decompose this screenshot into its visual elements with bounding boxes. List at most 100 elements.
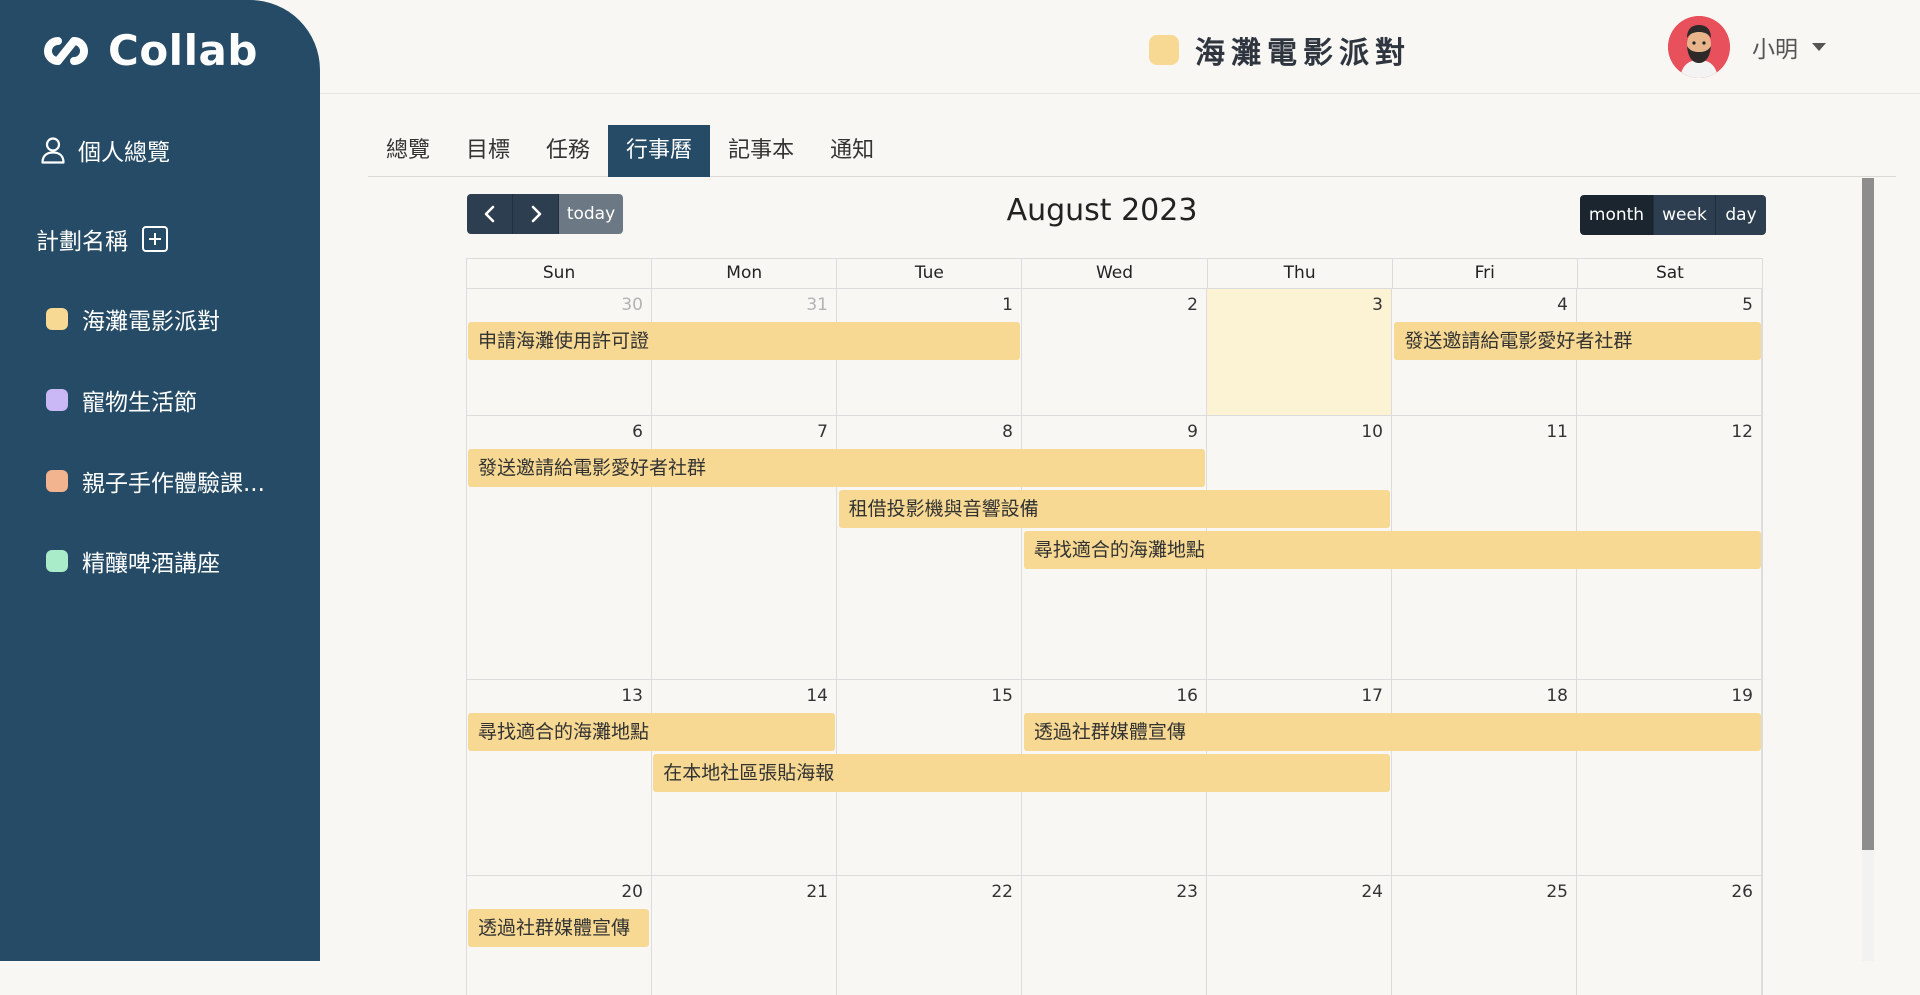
tab-goals[interactable]: 目標: [448, 125, 528, 177]
page-title: 海灘電影派對: [1195, 36, 1411, 71]
day-number[interactable]: 31: [806, 295, 828, 315]
calendar-event[interactable]: 尋找適合的海灘地點: [1023, 531, 1761, 569]
day-number[interactable]: 11: [1546, 422, 1568, 442]
weekday-header-sat: Sat: [1655, 263, 1684, 283]
weekday-header-wed: Wed: [1022, 259, 1208, 288]
project-label: 海灘電影派對: [82, 309, 220, 335]
avatar-illustration-icon: [1668, 16, 1730, 78]
tab-calendar[interactable]: 行事曆: [608, 125, 711, 177]
calendar-week-row: 13 14 15 16 17 18 19 尋找適合的海灘地點 透過社群媒體宣傳 在本地社區張貼海報: [466, 679, 1763, 875]
projects-section-header: 計劃名稱: [36, 222, 168, 256]
day-number[interactable]: 20: [621, 882, 643, 902]
next-month-button[interactable]: [513, 194, 559, 234]
day-number[interactable]: 10: [1361, 422, 1383, 442]
calendar-event[interactable]: 透過社群媒體宣傳: [1023, 713, 1761, 751]
calendar-day-cell[interactable]: 23: [1022, 876, 1207, 995]
day-number[interactable]: 13: [621, 686, 643, 706]
username[interactable]: 小明: [1752, 30, 1798, 64]
project-label: 寵物生活節: [82, 390, 197, 416]
calendar-day-cell[interactable]: 18: [1392, 680, 1577, 875]
day-number[interactable]: 16: [1176, 686, 1198, 706]
project-tabs: 總覽 目標 任務 行事曆 記事本 通知: [368, 125, 1896, 177]
add-project-icon[interactable]: [142, 226, 168, 252]
calendar-grid: Sun Mon Tue Wed Thu Fri Sat 30 31 1 2 3 4 5 申請海灘使用許可證…: [466, 258, 1763, 995]
view-day-button[interactable]: day: [1716, 195, 1766, 235]
day-number[interactable]: 23: [1176, 882, 1198, 902]
view-month-button[interactable]: month: [1580, 195, 1654, 235]
logo-text: Collab: [108, 26, 258, 75]
day-number[interactable]: 30: [621, 295, 643, 315]
day-number[interactable]: 9: [1187, 422, 1198, 442]
sidebar-project-beach-movie-party[interactable]: 海灘電影派對: [46, 302, 220, 336]
project-color-dot: [46, 389, 68, 411]
day-of-week-header: Sun Mon Tue Wed Thu Fri Sat: [466, 258, 1763, 288]
sidebar-project-pet-festival[interactable]: 寵物生活節: [46, 383, 197, 417]
weekday-header-sun: Sun: [467, 259, 653, 288]
day-number[interactable]: 26: [1731, 882, 1753, 902]
calendar-event[interactable]: 在本地社區張貼海報: [653, 754, 1391, 792]
day-number[interactable]: 8: [1002, 422, 1013, 442]
project-color-dot: [1149, 35, 1179, 65]
calendar-event[interactable]: 尋找適合的海灘地點: [468, 713, 835, 751]
tab-overview[interactable]: 總覽: [368, 125, 448, 177]
calendar-day-cell-today[interactable]: 3: [1207, 289, 1392, 415]
calendar-day-cell[interactable]: 24: [1207, 876, 1392, 995]
day-number[interactable]: 5: [1742, 295, 1753, 315]
chevron-left-icon: [484, 205, 494, 223]
calendar-day-cell[interactable]: 21: [652, 876, 837, 995]
day-number[interactable]: 25: [1546, 882, 1568, 902]
calendar-event[interactable]: 申請海灘使用許可證: [468, 322, 1020, 360]
day-number[interactable]: 21: [806, 882, 828, 902]
prev-month-button[interactable]: [467, 194, 513, 234]
calendar-day-cell[interactable]: 13: [467, 680, 652, 875]
project-label: 精釀啤酒講座: [82, 551, 220, 577]
day-number[interactable]: 17: [1361, 686, 1383, 706]
calendar-day-cell[interactable]: 25: [1392, 876, 1577, 995]
sidebar-item-label: 個人總覽: [78, 140, 170, 166]
day-number[interactable]: 3: [1372, 295, 1383, 315]
sidebar-item-overview[interactable]: 個人總覽: [40, 133, 170, 167]
calendar-event[interactable]: 透過社群媒體宣傳: [468, 909, 650, 947]
user-menu[interactable]: 小明: [1668, 16, 1826, 78]
day-number[interactable]: 24: [1361, 882, 1383, 902]
calendar-day-cell[interactable]: 26: [1577, 876, 1762, 995]
app-logo[interactable]: Collab: [34, 26, 258, 75]
day-number[interactable]: 12: [1731, 422, 1753, 442]
section-label: 計劃名稱: [36, 229, 128, 255]
tab-notes[interactable]: 記事本: [710, 125, 812, 177]
scrollbar-thumb[interactable]: [1862, 178, 1874, 850]
calendar-week-row: 6 7 8 9 10 11 12 發送邀請給電影愛好者社群 租借投影機與音響設備 尋找適合的海灘地…: [466, 415, 1763, 679]
chevron-down-icon[interactable]: [1812, 43, 1826, 51]
view-week-button[interactable]: week: [1654, 195, 1716, 235]
collab-logo-icon: [44, 36, 88, 65]
project-title-group: 海灘電影派對: [1149, 28, 1411, 72]
day-number[interactable]: 7: [817, 422, 828, 442]
day-number[interactable]: 2: [1187, 295, 1198, 315]
sidebar: Collab 個人總覽 計劃名稱 海灘電影派對 寵物生活節 親子手作體驗課...…: [0, 0, 320, 961]
sidebar-project-craft-beer-talk[interactable]: 精釀啤酒講座: [46, 544, 220, 578]
tab-tasks[interactable]: 任務: [528, 125, 608, 177]
calendar-day-cell[interactable]: 2: [1022, 289, 1207, 415]
calendar-title: August 2023: [1006, 193, 1198, 228]
weekday-header-fri: Fri: [1393, 259, 1578, 288]
day-number[interactable]: 19: [1731, 686, 1753, 706]
day-number[interactable]: 14: [806, 686, 828, 706]
day-number[interactable]: 6: [632, 422, 643, 442]
day-number[interactable]: 4: [1557, 295, 1568, 315]
day-number[interactable]: 15: [991, 686, 1013, 706]
day-number[interactable]: 22: [991, 882, 1013, 902]
tab-notifications[interactable]: 通知: [812, 125, 892, 177]
today-button[interactable]: today: [559, 194, 623, 234]
calendar-day-cell[interactable]: 22: [837, 876, 1022, 995]
calendar-event[interactable]: 租借投影機與音響設備: [838, 490, 1391, 528]
calendar-day-cell[interactable]: 19: [1577, 680, 1762, 875]
calendar-event[interactable]: 發送邀請給電影愛好者社群: [468, 449, 1206, 487]
sidebar-project-family-craft-class[interactable]: 親子手作體驗課...: [46, 464, 265, 498]
calendar-event[interactable]: 發送邀請給電影愛好者社群: [1394, 322, 1761, 360]
project-color-dot: [46, 470, 68, 492]
project-label: 親子手作體驗課...: [82, 471, 265, 497]
day-number[interactable]: 1: [1002, 295, 1013, 315]
view-switcher: month week day: [1580, 195, 1766, 235]
day-number[interactable]: 18: [1546, 686, 1568, 706]
avatar[interactable]: [1668, 16, 1730, 78]
